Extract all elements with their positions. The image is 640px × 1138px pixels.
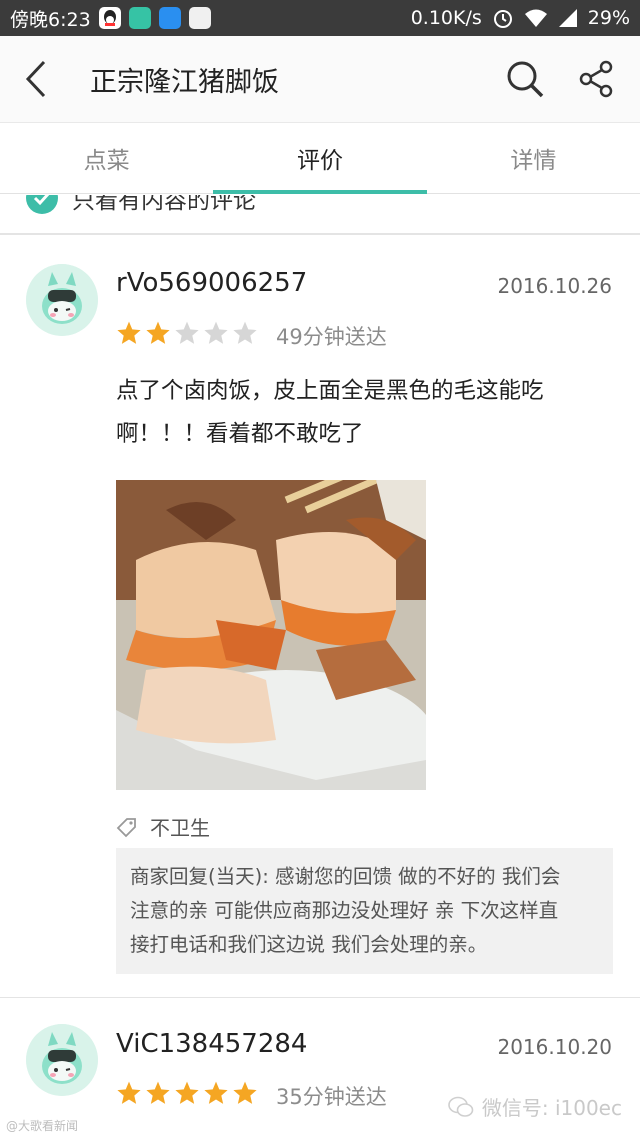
review-text-line: 啊！！！看着都不敢吃了	[116, 421, 364, 447]
network-speed: 0.10K/s	[410, 7, 482, 29]
review-photo[interactable]	[116, 480, 426, 790]
tab-reviews[interactable]: 评价	[213, 123, 427, 194]
review-date: 2016.10.20	[497, 1035, 612, 1059]
wifi-icon	[524, 8, 548, 28]
search-button[interactable]	[504, 58, 546, 100]
browser-notification-icon	[158, 7, 181, 29]
star-filled-icon	[233, 1081, 257, 1104]
search-icon	[507, 61, 544, 98]
alarm-icon	[492, 7, 514, 29]
weibo-watermark: @大歌看新闻	[6, 1119, 79, 1133]
back-arrow-icon	[25, 60, 46, 98]
reply-line: 接打电话和我们这边说 我们会处理的亲。	[130, 933, 488, 956]
filter-label: 只看有内容的评论	[72, 195, 256, 214]
star-filled-icon	[175, 1081, 199, 1104]
share-button[interactable]	[576, 58, 618, 100]
wechat-watermark: 微信号: i100ec	[448, 1092, 622, 1121]
star-filled-icon	[117, 321, 141, 344]
tab-bar: 点菜 评价 详情	[0, 122, 640, 194]
review-text: 点了个卤肉饭，皮上面全是黑色的毛这能吃 啊！！！看着都不敢吃了	[116, 370, 612, 456]
status-bar: 傍晚6:23 0.10K/s 29%	[0, 0, 640, 36]
star-rating	[116, 320, 258, 346]
tag-icon	[116, 817, 136, 837]
review-tag: 不卫生	[116, 812, 210, 841]
battery-level: 29%	[587, 7, 630, 29]
review-username: ViC138457284	[116, 1029, 308, 1059]
delivery-time: 49分钟送达	[276, 325, 387, 349]
review-username: rVo569006257	[116, 268, 308, 298]
watermark-text: 微信号: i100ec	[481, 1096, 622, 1120]
message-notification-icon	[128, 7, 151, 29]
star-filled-icon	[146, 321, 170, 344]
page-title: 正宗隆江猪脚饭	[90, 66, 279, 98]
back-button[interactable]	[0, 36, 72, 122]
signal-icon	[558, 8, 578, 28]
wechat-icon	[448, 1096, 474, 1117]
checked-circle-icon[interactable]	[26, 195, 58, 214]
app-notification-icon	[188, 7, 211, 29]
tab-menu[interactable]: 点菜	[0, 123, 213, 193]
star-filled-icon	[146, 1081, 170, 1104]
star-empty-icon	[175, 321, 199, 344]
star-filled-icon	[204, 1081, 228, 1104]
content-filter-row[interactable]: 只看有内容的评论	[0, 195, 640, 235]
delivery-time: 35分钟送达	[276, 1085, 387, 1109]
review-item: rVo569006257 2016.10.26 49分钟送达 点了个卤肉饭，皮上…	[0, 236, 640, 998]
star-empty-icon	[233, 321, 257, 344]
review-text-line: 点了个卤肉饭，皮上面全是黑色的毛这能吃	[116, 378, 544, 404]
avatar	[26, 264, 98, 336]
tab-details[interactable]: 详情	[427, 123, 640, 193]
status-time: 傍晚6:23	[10, 8, 91, 31]
star-rating	[116, 1080, 258, 1106]
review-date: 2016.10.26	[497, 274, 612, 298]
reply-line: 商家回复(当天): 感谢您的回馈 做的不好的 我们会	[130, 865, 561, 888]
qq-notification-icon	[98, 7, 121, 29]
star-empty-icon	[204, 321, 228, 344]
app-bar: 正宗隆江猪脚饭	[0, 36, 640, 122]
reply-line: 注意的亲 可能供应商那边没处理好 亲 下次这样直	[130, 899, 559, 922]
tag-label: 不卫生	[150, 816, 210, 840]
share-icon	[579, 60, 613, 98]
merchant-reply: 商家回复(当天): 感谢您的回馈 做的不好的 我们会 注意的亲 可能供应商那边没…	[116, 848, 613, 974]
avatar	[26, 1024, 98, 1096]
star-filled-icon	[117, 1081, 141, 1104]
